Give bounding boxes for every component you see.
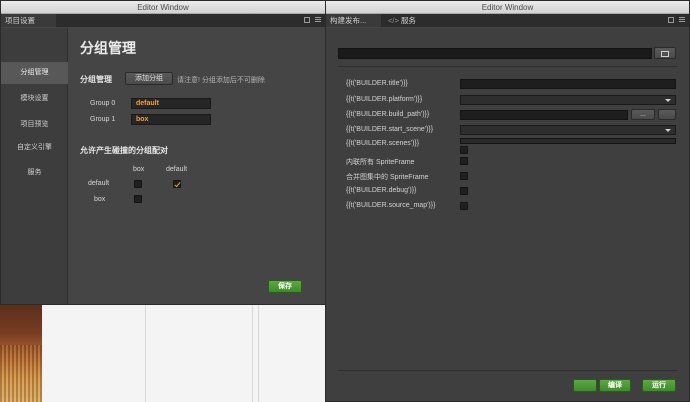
sidebar-item-custom-engine[interactable]: 自定义引擎	[1, 137, 68, 159]
tab-bar: 项目设置	[1, 14, 325, 27]
sidebar-item-group-management[interactable]: 分组管理	[1, 62, 68, 84]
project-path-field[interactable]	[338, 48, 652, 59]
sidebar-item-services[interactable]: 服务	[1, 162, 68, 184]
chevron-down-icon	[665, 129, 671, 132]
scenes-label: {{t('BUILDER.scenes')}}	[346, 140, 420, 147]
page-title: 分组管理	[80, 40, 136, 56]
arrow-icon: </>	[388, 16, 399, 25]
settings-sidebar: 分组管理 模块设置 项目预览 自定义引擎 服务	[1, 28, 68, 304]
inline-spriteframes-label: 内联所有 SpriteFrame	[346, 159, 415, 166]
group-1-label: Group 1	[90, 116, 116, 123]
title-input[interactable]	[460, 79, 676, 89]
platform-select[interactable]	[460, 95, 676, 105]
group-section-label: 分组管理	[80, 75, 112, 84]
title-label: {{t('BUILDER.title')}}	[346, 80, 408, 87]
window-title: Editor Window	[137, 3, 189, 12]
source-map-checkbox[interactable]	[460, 202, 468, 210]
menu-icon[interactable]	[315, 17, 321, 22]
add-group-button[interactable]: 添加分组	[125, 72, 173, 85]
run-button[interactable]: 运行	[642, 379, 676, 392]
inline-spriteframes-checkbox[interactable]	[460, 157, 468, 165]
tab-bar: 构建发布... </> 服务	[326, 14, 689, 27]
debug-label: {{t('BUILDER.debug')}}	[346, 187, 417, 194]
project-settings-window: Editor Window 项目设置 分组管理 模块设置 项目预览 自定义引擎 …	[0, 0, 326, 305]
open-folder-button[interactable]	[654, 47, 676, 59]
window-restore-icon[interactable]	[668, 17, 674, 23]
desktop-divider	[258, 305, 259, 402]
sidebar-item-label: 服务	[27, 169, 42, 176]
tab-services[interactable]: </> 服务	[384, 14, 424, 27]
merge-spriteframes-checkbox[interactable]	[460, 172, 468, 180]
group-0-label: Group 0	[90, 100, 116, 107]
window-titlebar[interactable]: Editor Window	[1, 1, 325, 14]
build-window: Editor Window 构建发布... </> 服务 {{t('BUILDE…	[325, 0, 690, 402]
scenes-all-checkbox[interactable]	[460, 146, 468, 154]
sidebar-item-project-preview[interactable]: 项目预览	[1, 114, 68, 136]
sidebar-item-module-settings[interactable]: 模块设置	[1, 88, 68, 110]
group-0-name-field[interactable]: default	[131, 98, 211, 109]
tab-build-publish[interactable]: 构建发布...	[326, 14, 381, 27]
desktop-background	[0, 305, 326, 402]
add-group-note: 请注意! 分组添加后不可删除	[177, 77, 265, 84]
divider	[338, 66, 677, 67]
compile-button[interactable]: 编译	[599, 379, 631, 392]
desktop-photo	[0, 305, 42, 402]
browse-path-button[interactable]: ...	[631, 109, 655, 120]
window-restore-icon[interactable]	[304, 17, 310, 23]
build-path-input[interactable]	[460, 110, 628, 120]
run-label: 运行	[652, 382, 666, 389]
tab-label: 构建发布...	[330, 16, 367, 25]
merge-spriteframes-label: 合并图集中的 SpriteFrame	[346, 174, 429, 181]
save-button[interactable]: 保存	[268, 280, 302, 293]
group-1-name-field[interactable]: box	[131, 114, 211, 125]
start-scene-select[interactable]	[460, 125, 676, 135]
collision-default-box-checkbox[interactable]	[134, 180, 142, 188]
debug-checkbox[interactable]	[460, 187, 468, 195]
menu-icon[interactable]	[679, 17, 685, 22]
chevron-down-icon	[665, 99, 671, 102]
desktop-divider	[252, 305, 253, 402]
collision-default-default-checkbox[interactable]	[173, 180, 181, 188]
tab-project-settings[interactable]: 项目设置	[1, 14, 56, 27]
tab-label: 服务	[400, 16, 416, 25]
build-path-label: {{t('BUILDER.build_path')}}	[346, 111, 430, 118]
scenes-list[interactable]	[460, 138, 676, 144]
tab-label: 项目设置	[5, 16, 35, 25]
folder-icon	[661, 51, 669, 57]
window-title: Editor Window	[481, 3, 534, 12]
start-scene-label: {{t('BUILDER.start_scene')}}	[346, 126, 434, 133]
group-management-panel: 分组管理 分组管理 添加分组 请注意! 分组添加后不可删除 Group 0 de…	[69, 28, 325, 304]
source-map-label: {{t('BUILDER.source_map')}}	[346, 202, 436, 209]
matrix-column-header: box	[133, 166, 145, 173]
build-settings-panel: {{t('BUILDER.title')}} {{t('BUILDER.plat…	[326, 28, 689, 401]
platform-label: {{t('BUILDER.platform')}}	[346, 96, 423, 103]
matrix-row-header: box	[94, 196, 106, 203]
matrix-column-header: default	[166, 166, 188, 173]
desktop-divider	[145, 305, 146, 402]
collision-matrix-title: 允许产生碰撞的分组配对	[80, 146, 168, 155]
open-path-button[interactable]	[658, 109, 676, 120]
build-button[interactable]	[573, 379, 597, 392]
divider	[338, 370, 677, 371]
compile-label: 编译	[608, 382, 622, 389]
sidebar-item-label: 自定义引擎	[17, 144, 52, 151]
window-titlebar[interactable]: Editor Window	[326, 1, 689, 14]
matrix-row-header: default	[88, 180, 110, 187]
sidebar-item-label: 模块设置	[20, 95, 49, 102]
sidebar-item-label: 项目预览	[20, 121, 49, 128]
sidebar-item-label: 分组管理	[20, 69, 49, 76]
collision-box-box-checkbox[interactable]	[134, 195, 142, 203]
